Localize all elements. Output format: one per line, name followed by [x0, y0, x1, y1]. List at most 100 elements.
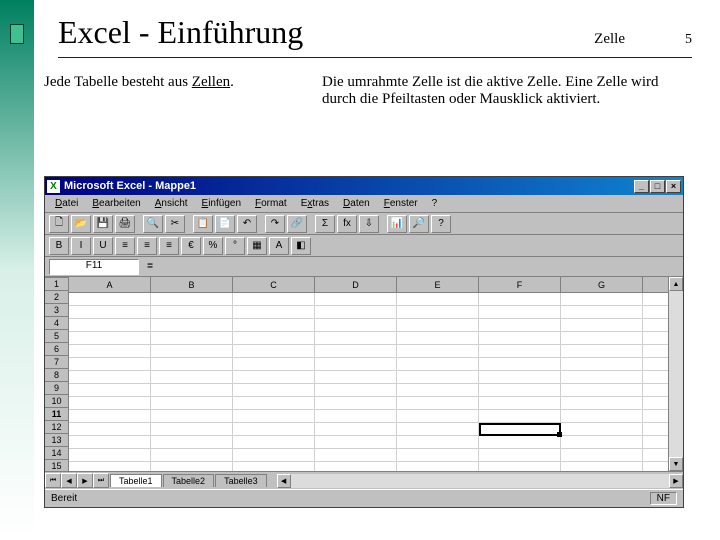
tab-nav-prev[interactable]: ◀: [61, 473, 77, 488]
menu-format[interactable]: Format: [249, 197, 293, 210]
slide-page-number: 5: [685, 32, 692, 48]
slide-title: Excel - Einführung: [58, 14, 594, 51]
sheet-tab-1[interactable]: Tabelle1: [110, 474, 162, 487]
scroll-down-button[interactable]: ▼: [669, 457, 683, 471]
row-header-14[interactable]: 14: [45, 447, 68, 460]
toolbar-btn-5[interactable]: ✂: [165, 215, 185, 233]
slide-accent: [10, 24, 24, 44]
row-header-6[interactable]: 6: [45, 343, 68, 356]
toolbar-btn-15[interactable]: 🔎: [409, 215, 429, 233]
menu-bearbeiten[interactable]: Bearbeiten: [86, 197, 146, 210]
row-headers: 123456789101112131415161718: [45, 277, 69, 471]
toolbar-btn-11[interactable]: Σ: [315, 215, 335, 233]
equals-label: =: [143, 261, 157, 272]
col-header-C[interactable]: C: [233, 277, 315, 292]
toolbar-btn-1[interactable]: 📂: [71, 215, 91, 233]
format-btn-3[interactable]: ≡: [115, 237, 135, 255]
formula-bar: F11 =: [45, 257, 683, 277]
row-header-11[interactable]: 11: [45, 408, 68, 421]
name-box[interactable]: F11: [49, 259, 139, 275]
row-header-2[interactable]: 2: [45, 291, 68, 304]
status-text: Bereit: [51, 493, 77, 504]
body-col1-underline: Zellen: [192, 74, 230, 90]
row-header-7[interactable]: 7: [45, 356, 68, 369]
row-header-1[interactable]: 1: [45, 278, 68, 291]
tab-nav-last[interactable]: ⏭: [93, 473, 109, 488]
sheet-tab-2[interactable]: Tabelle2: [163, 474, 215, 487]
minimize-button[interactable]: _: [634, 180, 649, 193]
row-header-9[interactable]: 9: [45, 382, 68, 395]
menu-fenster[interactable]: Fenster: [378, 197, 424, 210]
scroll-left-button[interactable]: ◀: [277, 474, 291, 488]
col-header-G[interactable]: G: [561, 277, 643, 292]
format-btn-5[interactable]: ≡: [159, 237, 179, 255]
menu-ansicht[interactable]: Ansicht: [149, 197, 194, 210]
col-header-F[interactable]: F: [479, 277, 561, 292]
format-btn-7[interactable]: %: [203, 237, 223, 255]
menu-daten[interactable]: Daten: [337, 197, 376, 210]
horizontal-scrollbar[interactable]: ◀ ▶: [277, 474, 683, 488]
menu-datei[interactable]: Datei: [49, 197, 84, 210]
body-col2: Die umrahmte Zelle ist die aktive Zelle.…: [322, 74, 692, 108]
tab-nav-first[interactable]: ⏮: [45, 473, 61, 488]
format-btn-8[interactable]: °: [225, 237, 245, 255]
row-header-10[interactable]: 10: [45, 395, 68, 408]
toolbar-btn-13[interactable]: ⇩: [359, 215, 379, 233]
toolbar-btn-14[interactable]: 📊: [387, 215, 407, 233]
toolbar-btn-9[interactable]: ↷: [265, 215, 285, 233]
toolbar-standard: 🗋📂💾🖨 🔍✂ 📋📄↶ ↷🔗 Σfx⇩ 📊🔎?: [45, 213, 683, 235]
toolbar-btn-0[interactable]: 🗋: [49, 215, 69, 233]
format-btn-0[interactable]: B: [49, 237, 69, 255]
toolbar-btn-12[interactable]: fx: [337, 215, 357, 233]
format-btn-9[interactable]: ▦: [247, 237, 267, 255]
col-header-A[interactable]: A: [69, 277, 151, 292]
menu-extras[interactable]: Extras: [295, 197, 335, 210]
format-btn-11[interactable]: ◧: [291, 237, 311, 255]
toolbar-btn-4[interactable]: 🔍: [143, 215, 163, 233]
row-header-12[interactable]: 12: [45, 421, 68, 434]
app-icon: X: [47, 180, 60, 193]
format-btn-4[interactable]: ≡: [137, 237, 157, 255]
vscroll-track[interactable]: [669, 291, 683, 457]
toolbar-btn-6[interactable]: 📋: [193, 215, 213, 233]
menu-einfuegen[interactable]: Einfügen: [196, 197, 247, 210]
col-header-D[interactable]: D: [315, 277, 397, 292]
close-button[interactable]: ×: [666, 180, 681, 193]
tab-nav-next[interactable]: ▶: [77, 473, 93, 488]
format-btn-6[interactable]: €: [181, 237, 201, 255]
sheet-tab-3[interactable]: Tabelle3: [215, 474, 267, 487]
slide-body: Jede Tabelle besteht aus Zellen. Die umr…: [44, 74, 692, 108]
toolbar-btn-16[interactable]: ?: [431, 215, 451, 233]
doc-title: Mappe1: [155, 180, 196, 192]
toolbar-btn-10[interactable]: 🔗: [287, 215, 307, 233]
menu-help[interactable]: ?: [426, 197, 444, 210]
row-header-8[interactable]: 8: [45, 369, 68, 382]
row-header-5[interactable]: 5: [45, 330, 68, 343]
title-bar[interactable]: X Microsoft Excel - Mappe1 _ □ ×: [45, 177, 683, 195]
scroll-right-button[interactable]: ▶: [669, 474, 683, 488]
format-btn-1[interactable]: I: [71, 237, 91, 255]
cells-area[interactable]: [69, 293, 668, 471]
col-header-E[interactable]: E: [397, 277, 479, 292]
hscroll-track[interactable]: [291, 474, 669, 488]
col-header-B[interactable]: B: [151, 277, 233, 292]
format-btn-10[interactable]: A: [269, 237, 289, 255]
toolbar-btn-2[interactable]: 💾: [93, 215, 113, 233]
slide-subtitle: Zelle: [594, 31, 625, 48]
toolbar-btn-7[interactable]: 📄: [215, 215, 235, 233]
vertical-scrollbar[interactable]: ▲ ▼: [668, 277, 683, 471]
sheet-tab-bar: ⏮ ◀ ▶ ⏭ Tabelle1 Tabelle2 Tabelle3 ◀ ▶: [45, 471, 683, 489]
toolbar-btn-8[interactable]: ↶: [237, 215, 257, 233]
maximize-button[interactable]: □: [650, 180, 665, 193]
format-btn-2[interactable]: U: [93, 237, 113, 255]
scroll-up-button[interactable]: ▲: [669, 277, 683, 291]
row-header-3[interactable]: 3: [45, 304, 68, 317]
row-header-13[interactable]: 13: [45, 434, 68, 447]
row-header-4[interactable]: 4: [45, 317, 68, 330]
row-header-15[interactable]: 15: [45, 460, 68, 471]
toolbar-btn-3[interactable]: 🖨: [115, 215, 135, 233]
status-indicator: NF: [650, 492, 677, 505]
menu-bar: Datei Bearbeiten Ansicht Einfügen Format…: [45, 195, 683, 213]
toolbar-format: BIU≡≡≡€%°▦A◧: [45, 235, 683, 257]
active-cell[interactable]: [479, 423, 561, 436]
